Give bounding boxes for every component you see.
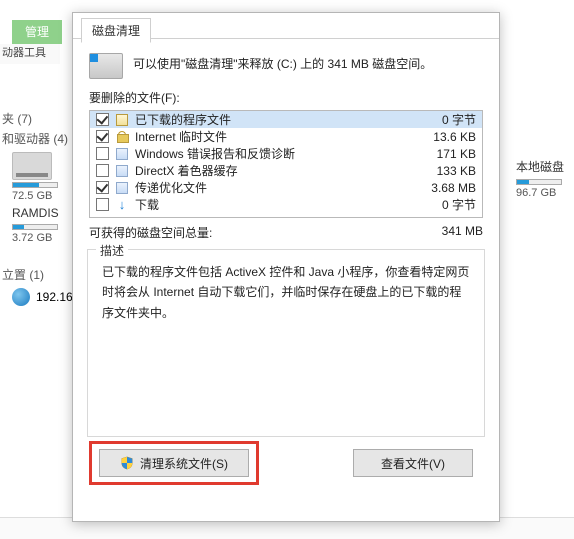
list-item[interactable]: 已下载的程序文件0 字节 (90, 111, 482, 128)
files-to-delete-label: 要删除的文件(F): (73, 83, 499, 110)
description-text: 已下载的程序文件包括 ActiveX 控件和 Java 小程序，你查看特定网页时… (102, 262, 470, 323)
summary-label: 可获得的磁盘空间总量: (89, 224, 442, 241)
item-size: 171 KB (437, 147, 476, 161)
drive-size: 72.5 GB (12, 190, 58, 202)
checkbox[interactable] (96, 130, 109, 143)
generic-icon (115, 147, 129, 161)
item-size: 0 字节 (442, 196, 476, 213)
generic-icon (115, 181, 129, 195)
globe-icon (12, 288, 30, 306)
ribbon-subtext: 动器工具 (0, 44, 60, 64)
checkbox[interactable] (96, 147, 109, 160)
view-files-button[interactable]: 查看文件(V) (353, 449, 473, 477)
highlight-box: 清理系统文件(S) (99, 449, 249, 477)
intro-row: 可以使用"磁盘清理"来释放 (C:) 上的 341 MB 磁盘空间。 (73, 39, 499, 83)
list-item[interactable]: Internet 临时文件13.6 KB (90, 128, 482, 145)
clean-system-files-label: 清理系统文件(S) (140, 455, 228, 472)
view-files-label: 查看文件(V) (381, 455, 445, 472)
network-location[interactable]: 192.168 (12, 288, 79, 306)
drive-name-ramdisk[interactable]: RAMDIS (12, 206, 59, 220)
list-item[interactable]: ↓ 下载0 字节 (90, 196, 482, 213)
drive-item-ramdisk[interactable]: 3.72 GB (12, 222, 58, 244)
list-item[interactable]: 传递优化文件3.68 MB (90, 179, 482, 196)
checkbox[interactable] (96, 198, 109, 211)
clean-system-files-button[interactable]: 清理系统文件(S) (99, 449, 249, 477)
item-name: 传递优化文件 (135, 179, 431, 196)
item-size: 3.68 MB (431, 181, 476, 195)
drive-name: 本地磁盘 (516, 158, 574, 175)
disk-cleanup-dialog: 磁盘清理 可以使用"磁盘清理"来释放 (C:) 上的 341 MB 磁盘空间。 … (72, 12, 500, 522)
item-name: DirectX 着色器缓存 (135, 162, 437, 179)
usage-bar (516, 179, 562, 185)
drive-item-c[interactable]: 72.5 GB (12, 152, 58, 202)
item-size: 0 字节 (442, 111, 476, 128)
intro-text: 可以使用"磁盘清理"来释放 (C:) 上的 341 MB 磁盘空间。 (133, 51, 432, 72)
lock-icon (115, 130, 129, 144)
file-icon (115, 113, 129, 127)
generic-icon (115, 164, 129, 178)
drive-item-right[interactable]: 本地磁盘 96.7 GB (516, 158, 574, 199)
list-item[interactable]: DirectX 着色器缓存133 KB (90, 162, 482, 179)
description-group: 描述 已下载的程序文件包括 ActiveX 控件和 Java 小程序，你查看特定… (87, 249, 485, 437)
locations-header: 立置 (1) (2, 266, 44, 283)
list-item[interactable]: Windows 错误报告和反馈诊断171 KB (90, 145, 482, 162)
shield-icon (120, 456, 134, 470)
item-size: 133 KB (437, 164, 476, 178)
drive-icon (89, 53, 123, 79)
drives-header: 和驱动器 (4) (2, 130, 68, 147)
ribbon-tab-manage[interactable]: 管理 (12, 20, 62, 44)
download-icon: ↓ (115, 198, 129, 212)
checkbox[interactable] (96, 113, 109, 126)
description-title: 描述 (96, 242, 128, 259)
drive-icon (12, 152, 52, 180)
checkbox[interactable] (96, 164, 109, 177)
checkbox[interactable] (96, 181, 109, 194)
folders-header: 夹 (7) (2, 110, 32, 127)
item-name: Windows 错误报告和反馈诊断 (135, 145, 437, 162)
usage-bar (12, 224, 58, 230)
usage-bar (12, 182, 58, 188)
view-files-wrap: 查看文件(V) (353, 449, 473, 477)
drive-size: 3.72 GB (12, 232, 58, 244)
files-listbox[interactable]: 已下载的程序文件0 字节Internet 临时文件13.6 KBWindows … (89, 110, 483, 218)
item-name: 已下载的程序文件 (135, 111, 442, 128)
tab-disk-cleanup[interactable]: 磁盘清理 (81, 18, 151, 43)
item-name: 下载 (135, 196, 442, 213)
summary-row: 可获得的磁盘空间总量: 341 MB (73, 218, 499, 243)
tabstrip: 磁盘清理 (73, 13, 499, 39)
summary-value: 341 MB (442, 224, 483, 241)
drive-size: 96.7 GB (516, 187, 574, 199)
button-row: 清理系统文件(S) 查看文件(V) (73, 437, 499, 477)
item-name: Internet 临时文件 (135, 128, 433, 145)
item-size: 13.6 KB (433, 130, 476, 144)
